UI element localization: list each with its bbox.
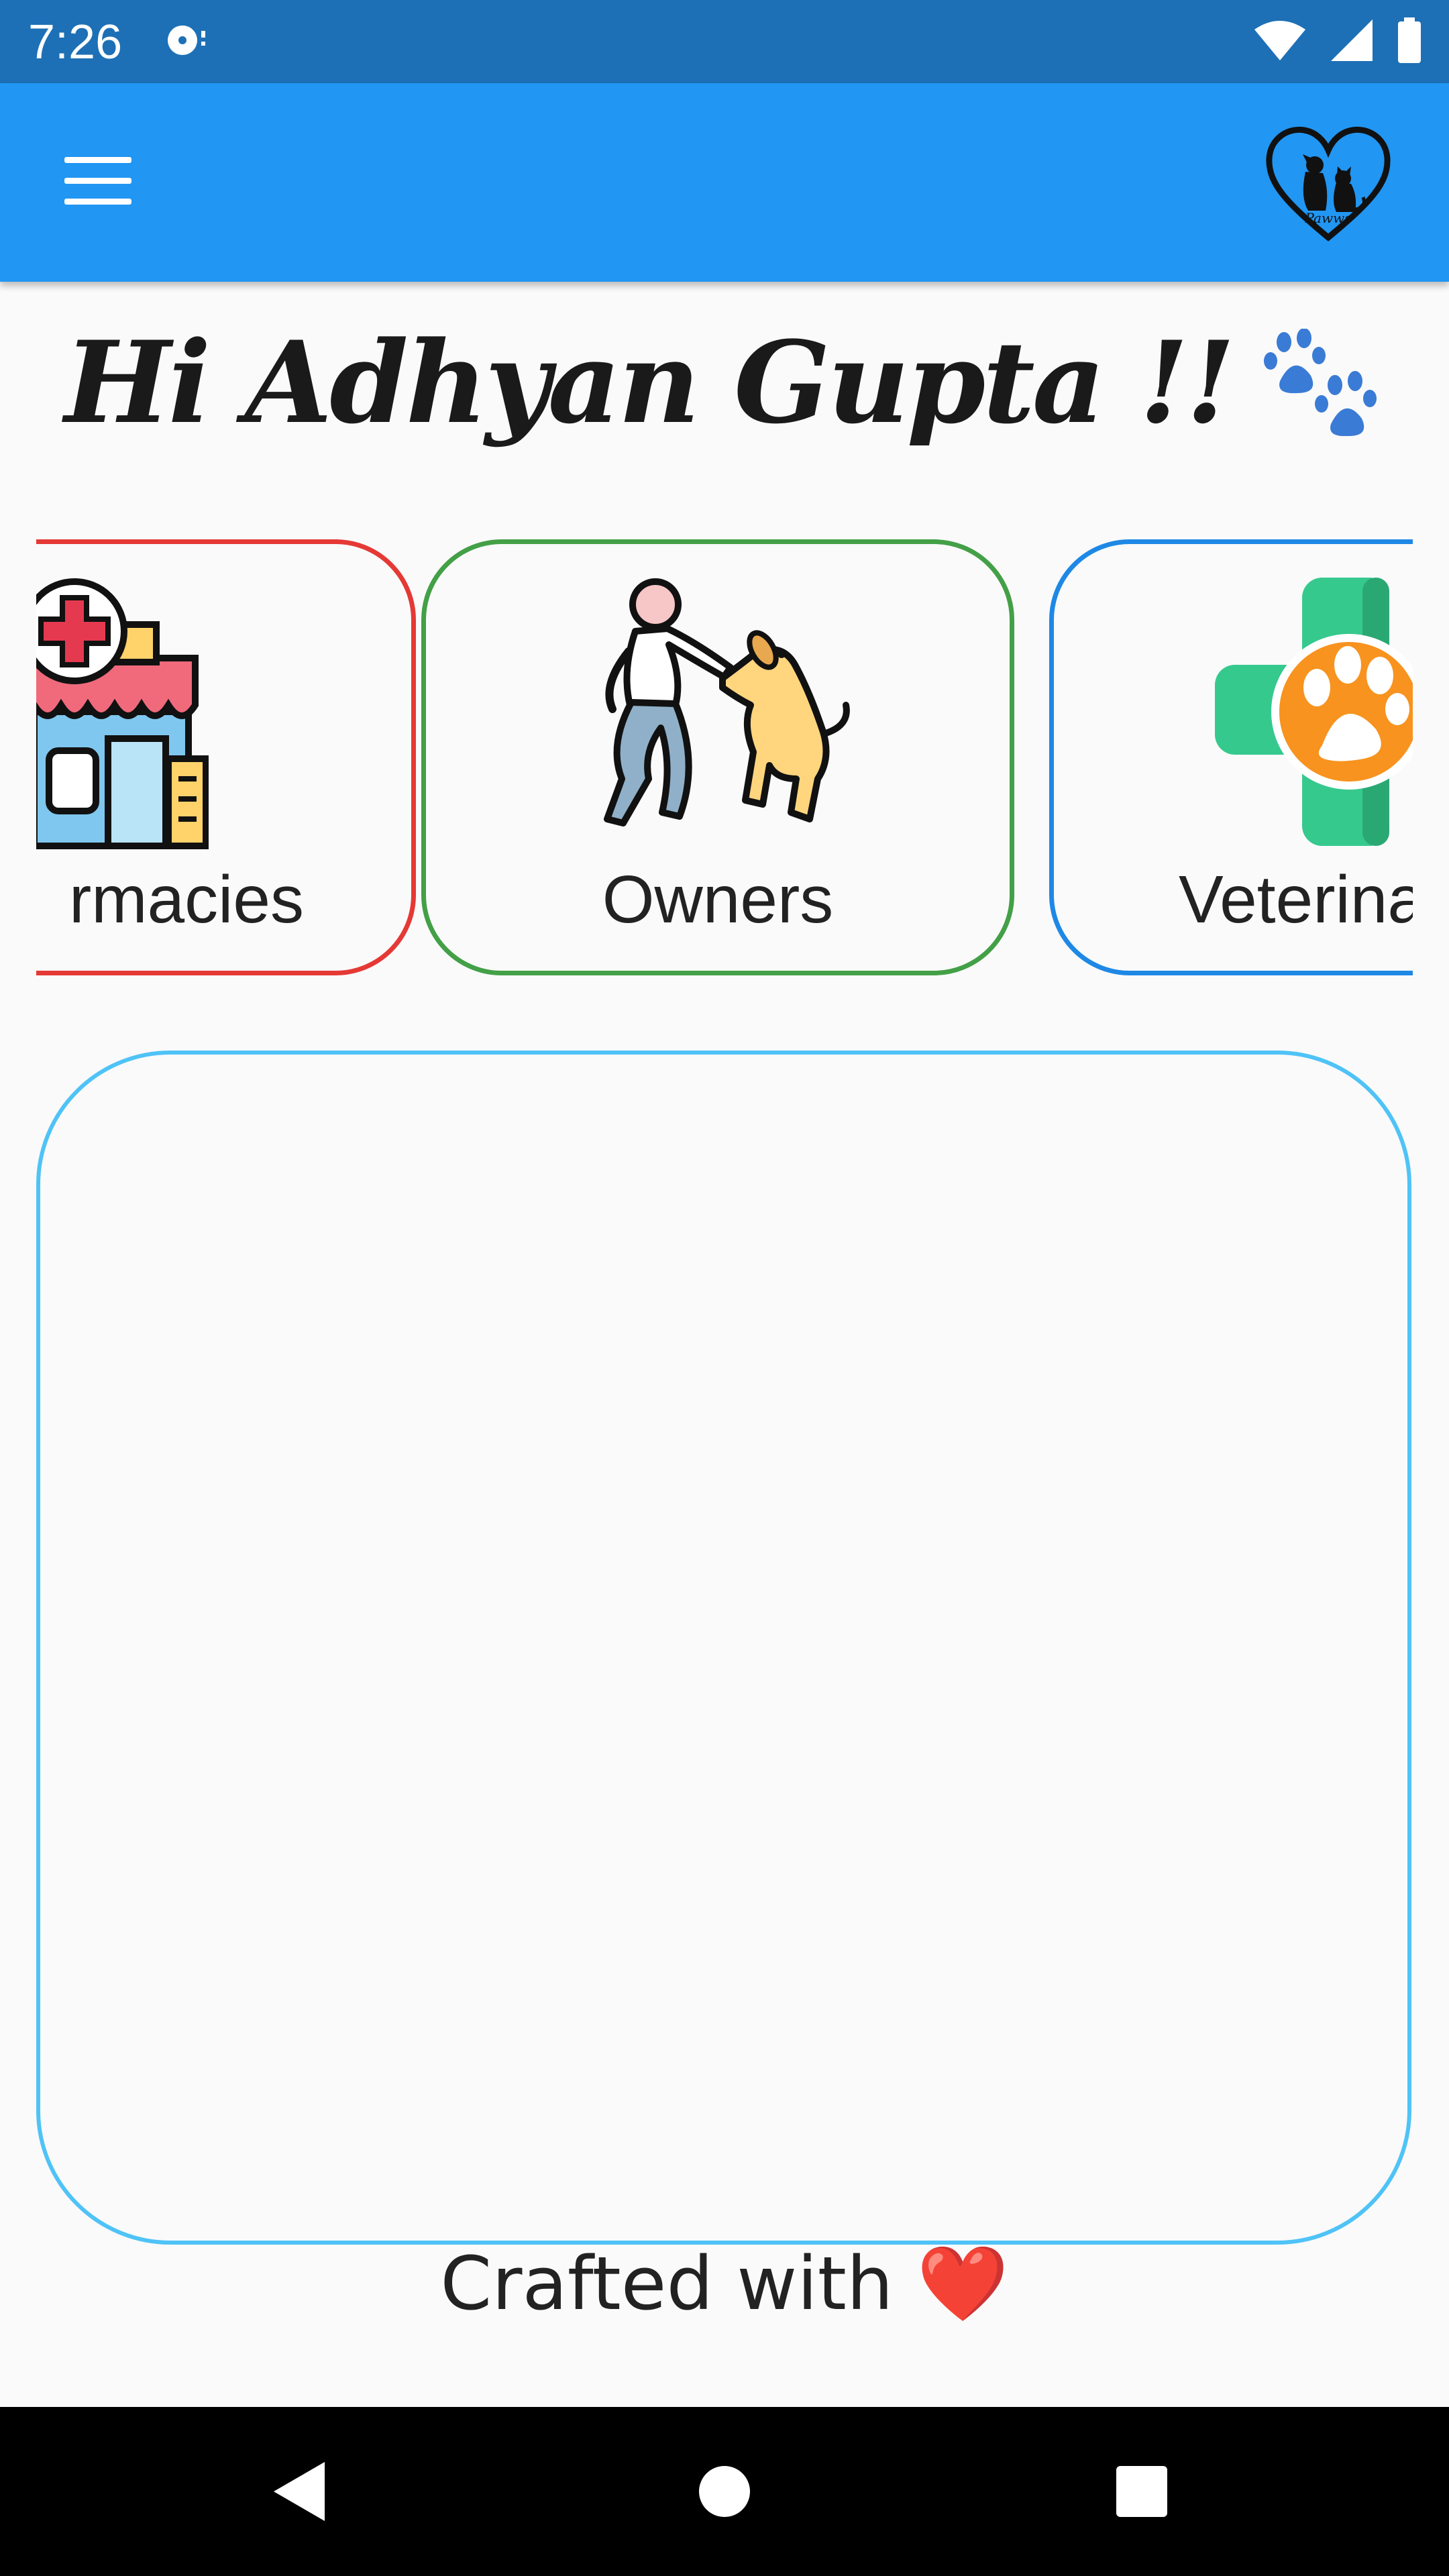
pharmacy-store-icon (36, 578, 209, 849)
greeting: Hi Adhyan Gupta !! (64, 295, 1385, 470)
wifi-icon (1254, 21, 1305, 60)
screen: 7:26 Pawws Hi Adhyan Gupta !! rmacies Ow… (0, 0, 1449, 2576)
status-bar: 7:26 (0, 0, 1449, 83)
battery-icon (1398, 17, 1421, 63)
category-label-owners: Owners (602, 862, 834, 937)
category-card-owners[interactable]: Owners (421, 539, 1014, 975)
disc-icon (168, 25, 205, 55)
signal-icon (1331, 19, 1373, 61)
category-card-pharmacies[interactable]: rmacies (36, 539, 416, 975)
category-label-veterinarians: Veterinar (1179, 862, 1413, 937)
category-label-pharmacies: rmacies (68, 862, 304, 937)
greeting-text: Hi Adhyan Gupta !! (64, 316, 1236, 449)
heart-pets-logo[interactable]: Pawws (1261, 123, 1395, 244)
navigation-bar (0, 2407, 1449, 2576)
app-bar: Pawws (0, 83, 1449, 282)
recents-icon[interactable] (1114, 2458, 1170, 2525)
category-strip: rmacies Owners Veterin (36, 530, 1413, 986)
paw-prints-icon (1263, 329, 1377, 436)
owner-with-dog-icon (604, 578, 850, 826)
footer-text: Crafted with (440, 2241, 894, 2326)
status-icons (1253, 17, 1422, 63)
hamburger-menu-icon[interactable] (64, 157, 131, 208)
svg-text:Pawws: Pawws (1305, 210, 1352, 226)
category-card-veterinarians[interactable]: Veterinar (1049, 539, 1413, 975)
vet-cross-paw-icon (1215, 578, 1413, 846)
heart-icon: ❤️ (916, 2241, 1009, 2326)
status-time: 7:26 (28, 15, 123, 69)
content-panel (36, 1051, 1411, 2245)
footer: Crafted with ❤️ (0, 2241, 1449, 2327)
home-icon[interactable] (698, 2458, 751, 2525)
back-icon[interactable] (268, 2458, 335, 2525)
